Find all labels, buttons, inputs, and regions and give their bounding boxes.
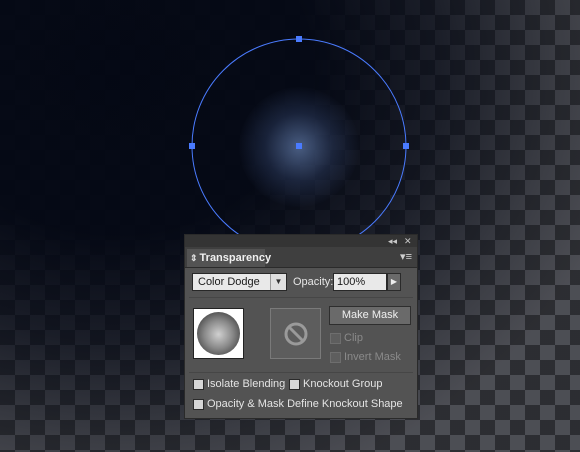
anchor-point-left[interactable] (189, 143, 195, 149)
anchor-point-right[interactable] (403, 143, 409, 149)
invert-mask-label: Invert Mask (344, 351, 401, 363)
chevron-down-icon[interactable]: ▼ (270, 274, 286, 290)
opacity-slider-button[interactable]: ▶ (387, 273, 401, 291)
blend-mode-value: Color Dodge (198, 276, 260, 288)
no-mask-icon (284, 322, 308, 346)
anchor-point-top[interactable] (296, 36, 302, 42)
panel-menu-icon[interactable]: ▾≡ (400, 250, 412, 264)
tab-transparency[interactable]: ⇕ Transparency (187, 249, 271, 267)
knockout-group-checkbox[interactable] (289, 379, 300, 390)
panel-tab-row: ⇕ Transparency ▾≡ (185, 247, 417, 268)
opacity-mask-define-knockout-checkbox[interactable] (193, 399, 204, 410)
opacity-input[interactable]: 100% (333, 273, 387, 291)
clip-checkbox[interactable] (330, 333, 341, 344)
opacity-mask-define-knockout-label: Opacity & Mask Define Knockout Shape (207, 398, 403, 410)
opacity-mask-thumbnail[interactable] (270, 308, 321, 359)
expand-arrows-icon[interactable]: ⇕ (190, 253, 198, 263)
isolate-blending-label: Isolate Blending (207, 378, 286, 390)
artwork-thumbnail[interactable] (193, 308, 244, 359)
tab-title: Transparency (199, 252, 272, 264)
transparency-panel: ◂◂ ✕ ⇕ Transparency ▾≡ Color Dodge ▼ Opac… (184, 234, 418, 419)
center-point[interactable] (296, 143, 302, 149)
blend-mode-dropdown[interactable]: Color Dodge ▼ (192, 273, 287, 291)
knockout-group-label: Knockout Group (303, 378, 383, 390)
panel-titlebar[interactable]: ◂◂ ✕ (185, 235, 417, 247)
divider (189, 297, 413, 298)
thumbnail-sphere (197, 312, 240, 355)
invert-mask-checkbox[interactable] (330, 352, 341, 363)
collapse-button[interactable]: ◂◂ (388, 235, 397, 247)
opacity-label: Opacity: (293, 276, 334, 288)
divider (189, 372, 413, 373)
clip-label: Clip (344, 332, 363, 344)
close-button[interactable]: ✕ (404, 235, 412, 247)
make-mask-button[interactable]: Make Mask (329, 306, 411, 325)
isolate-blending-checkbox[interactable] (193, 379, 204, 390)
